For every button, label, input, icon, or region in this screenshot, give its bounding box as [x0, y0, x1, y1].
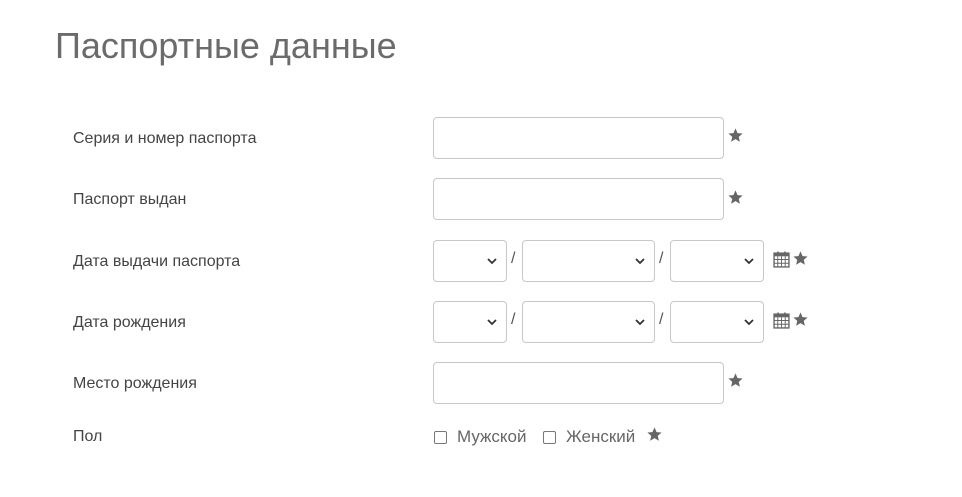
gender-female-checkbox[interactable]	[543, 431, 556, 444]
birth-day-select[interactable]	[433, 301, 507, 343]
passport-number-input[interactable]	[433, 117, 724, 159]
gender-label: Пол	[73, 428, 103, 445]
chevron-down-icon	[487, 319, 497, 326]
star-icon	[793, 251, 808, 265]
issue-year-select[interactable]	[670, 240, 764, 282]
birth-place-row: Место рождения	[0, 362, 962, 404]
date-separator: /	[511, 311, 516, 328]
passport-issue-date-label: Дата выдачи паспорта	[73, 253, 241, 270]
issue-month-select[interactable]	[522, 240, 655, 282]
passport-issued-label: Паспорт выдан	[73, 191, 187, 208]
calendar-icon[interactable]	[773, 312, 790, 329]
star-icon	[728, 373, 743, 387]
birth-date-row: Дата рождения / /	[0, 301, 962, 343]
gender-female-label[interactable]: Женский	[566, 427, 635, 447]
star-icon	[728, 190, 743, 204]
date-separator: /	[511, 250, 516, 267]
gender-male-label[interactable]: Мужской	[457, 427, 527, 447]
passport-issued-input[interactable]	[433, 178, 724, 220]
chevron-down-icon	[487, 258, 497, 265]
birth-place-label: Место рождения	[73, 375, 197, 392]
page-title: Паспортные данные	[55, 25, 397, 66]
passport-issue-date-row: Дата выдачи паспорта / /	[0, 240, 962, 282]
chevron-down-icon	[744, 258, 754, 265]
chevron-down-icon	[744, 319, 754, 326]
chevron-down-icon	[635, 319, 645, 326]
issue-day-select[interactable]	[433, 240, 507, 282]
passport-issued-row: Паспорт выдан	[0, 178, 962, 220]
birth-year-select[interactable]	[670, 301, 764, 343]
birth-month-select[interactable]	[522, 301, 655, 343]
birth-place-input[interactable]	[433, 362, 724, 404]
star-icon	[793, 312, 808, 326]
star-icon	[647, 427, 662, 441]
chevron-down-icon	[635, 258, 645, 265]
calendar-icon[interactable]	[773, 251, 790, 268]
birth-date-label: Дата рождения	[73, 314, 186, 331]
gender-row: Пол Мужской Женский	[0, 424, 962, 466]
star-icon	[728, 128, 743, 142]
date-separator: /	[659, 311, 664, 328]
passport-form-page: Паспортные данные Серия и номер паспорта…	[0, 0, 962, 497]
date-separator: /	[659, 250, 664, 267]
gender-male-checkbox[interactable]	[434, 431, 447, 444]
passport-number-label: Серия и номер паспорта	[73, 130, 257, 147]
passport-number-row: Серия и номер паспорта	[0, 117, 962, 159]
